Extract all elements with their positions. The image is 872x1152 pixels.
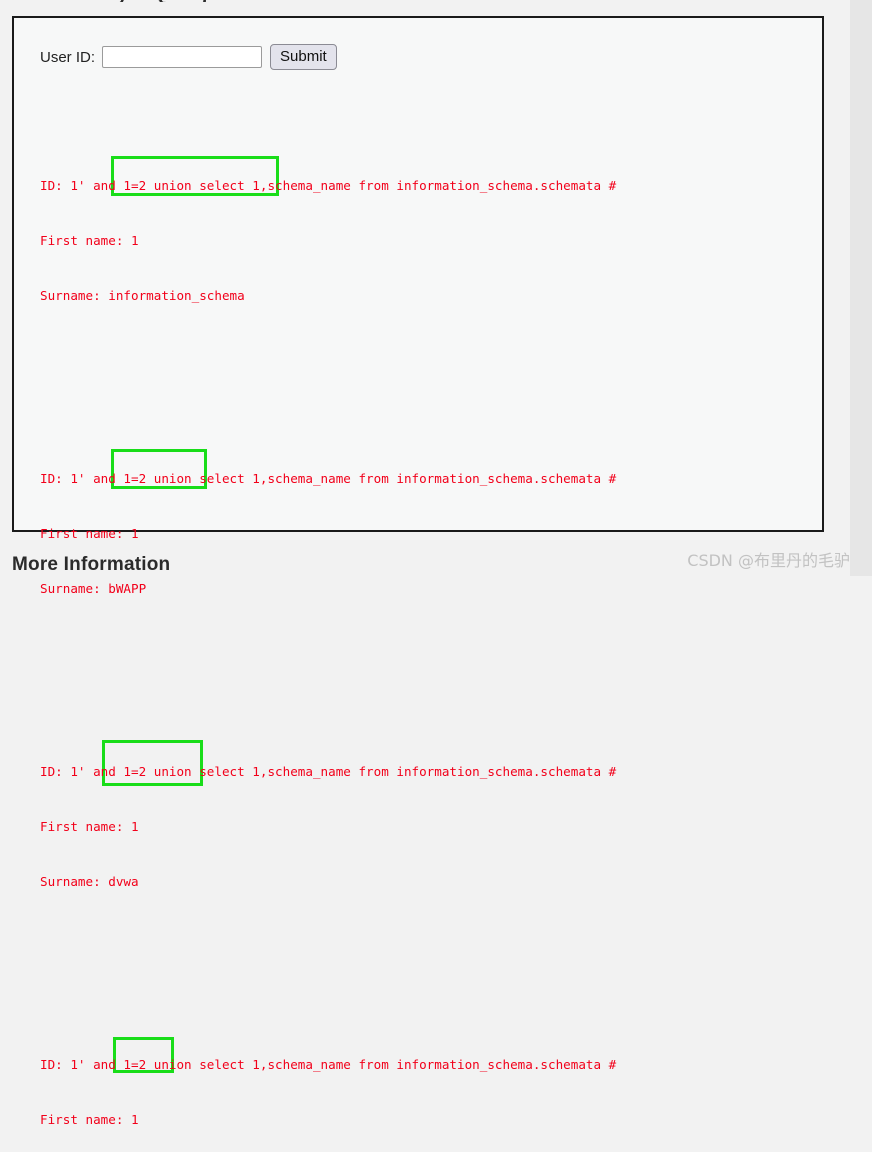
result-block: ID: 1' and 1=2 union select 1,schema_nam…: [40, 141, 822, 361]
more-information-heading: More Information: [12, 554, 171, 575]
user-id-label: User ID:: [40, 48, 96, 66]
result-surname: Surname: bWAPP: [40, 581, 147, 597]
page-gutter-strip: [850, 0, 872, 576]
result-block: ID: 1' and 1=2 union select 1,schema_nam…: [40, 434, 822, 654]
result-surname: Surname: dvwa: [40, 874, 139, 890]
result-first-name: First name: 1: [40, 233, 139, 249]
injection-results: ID: 1' and 1=2 union select 1,schema_nam…: [40, 86, 822, 1152]
result-block: ID: 1' and 1=2 union select 1,schema_nam…: [40, 727, 822, 947]
page-title-cutoff: Vulnerability: SQL Injection: [12, 0, 826, 2]
csdn-watermark: CSDN @布里丹的毛驴: [687, 551, 850, 570]
sql-injection-panel: User ID: Submit ID: 1' and 1=2 union sel…: [12, 16, 824, 1127]
result-first-name: First name: 1: [40, 819, 139, 835]
result-query: ID: 1' and 1=2 union select 1,schema_nam…: [40, 178, 617, 194]
result-surname: Surname: information_schema: [40, 288, 245, 304]
user-id-form: User ID: Submit: [14, 18, 822, 70]
result-query: ID: 1' and 1=2 union select 1,schema_nam…: [40, 764, 617, 780]
result-block: ID: 1' and 1=2 union select 1,schema_nam…: [40, 1020, 822, 1152]
result-first-name: First name: 1: [40, 526, 139, 542]
submit-button[interactable]: Submit: [270, 44, 337, 70]
user-id-input[interactable]: [102, 46, 263, 68]
result-first-name: First name: 1: [40, 1112, 139, 1128]
result-query: ID: 1' and 1=2 union select 1,schema_nam…: [40, 471, 617, 487]
result-query: ID: 1' and 1=2 union select 1,schema_nam…: [40, 1057, 617, 1073]
